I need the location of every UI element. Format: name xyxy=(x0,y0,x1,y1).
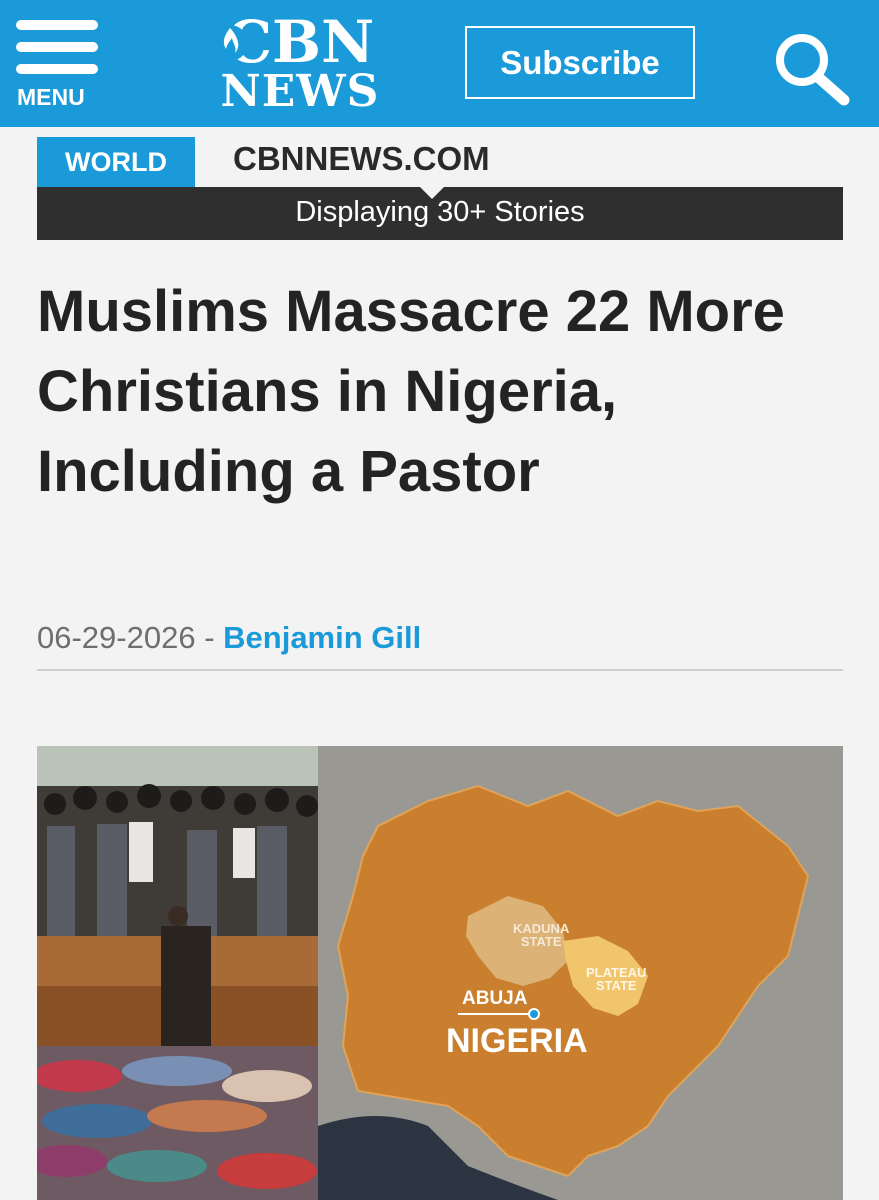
menu-button[interactable]: MENU xyxy=(14,20,100,112)
section-bar: WORLD CBNNEWS.COM xyxy=(37,137,843,187)
flame-icon xyxy=(212,25,248,61)
menu-label: MENU xyxy=(17,84,85,110)
site-domain: CBNNEWS.COM xyxy=(233,140,490,177)
map-label-plateau-line2: STATE xyxy=(595,978,637,993)
hamburger-menu-icon-bar xyxy=(16,64,98,74)
crowd-photo-illustration xyxy=(37,746,318,1200)
nigeria-map-image: KADUNA STATE PLATEAU STATE ABUJA NIGERIA xyxy=(318,746,843,1200)
article-headline: Muslims Massacre 22 More Christians in N… xyxy=(37,279,785,504)
hamburger-menu-icon-bar xyxy=(16,42,98,52)
stories-bar-notch xyxy=(419,186,445,199)
crowd-burial-photo xyxy=(37,746,318,1200)
subscribe-button[interactable]: Subscribe xyxy=(465,26,695,99)
logo-news-text: NEWS xyxy=(220,66,380,117)
article-byline: 06-29-2026 - Benjamin Gill xyxy=(37,620,421,656)
section-tag-world[interactable]: WORLD xyxy=(37,137,195,187)
hamburger-menu-icon xyxy=(16,20,98,30)
search-icon[interactable] xyxy=(770,30,852,106)
map-label-abuja: ABUJA xyxy=(462,988,528,1009)
map-label-kaduna: KADUNA STATE xyxy=(513,922,569,948)
site-header: MENU CBN NEWS Subscribe xyxy=(0,0,879,127)
byline-separator: - xyxy=(195,620,224,655)
article-date: 06-29-2026 xyxy=(37,620,196,655)
byline-divider xyxy=(37,669,843,671)
map-label-kaduna-line2: STATE xyxy=(520,934,562,949)
cbn-news-logo[interactable]: CBN NEWS xyxy=(182,8,418,117)
article-author-link[interactable]: Benjamin Gill xyxy=(223,620,421,655)
map-label-nigeria: NIGERIA xyxy=(446,1022,588,1060)
map-label-plateau: PLATEAU STATE xyxy=(586,966,646,992)
nigeria-map-illustration xyxy=(318,746,843,1200)
